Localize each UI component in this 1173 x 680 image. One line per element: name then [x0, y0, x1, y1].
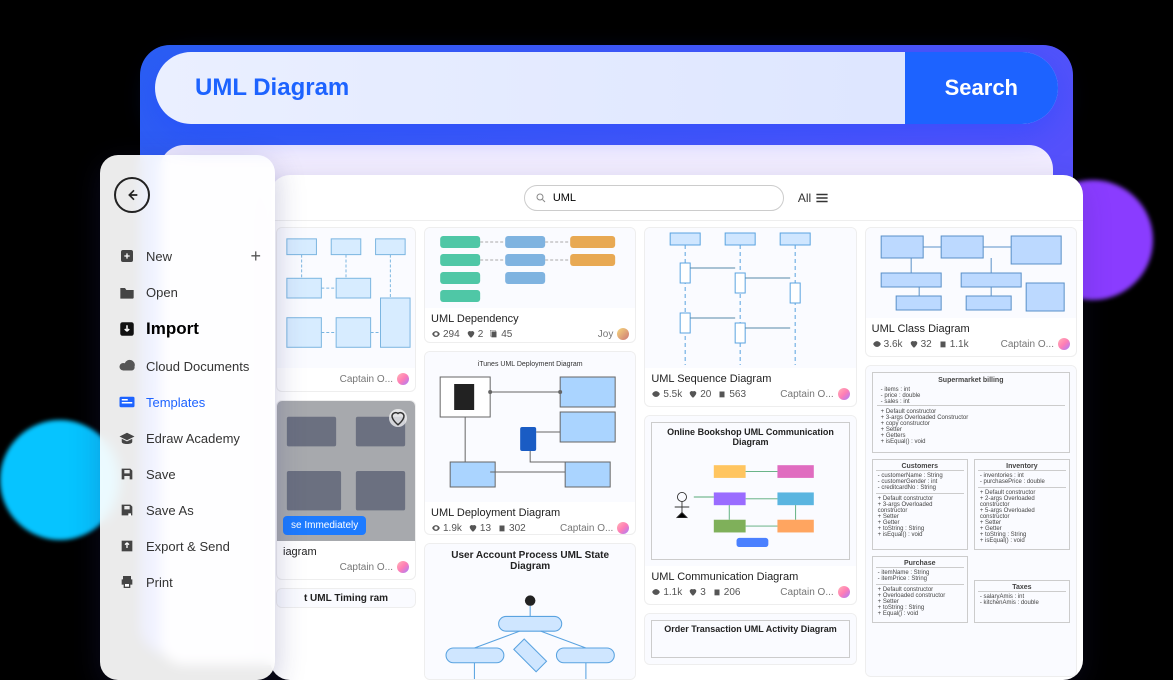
- template-card[interactable]: Order Transaction UML Activity Diagram: [644, 613, 856, 665]
- sidebar-label: Cloud Documents: [146, 359, 249, 374]
- back-button[interactable]: [114, 177, 150, 213]
- sidebar-label: Export & Send: [146, 539, 230, 554]
- filter-label: All: [798, 191, 811, 205]
- sidebar-item-saveas[interactable]: Save As: [114, 492, 261, 528]
- author: Captain O...: [340, 561, 409, 573]
- sidebar-label: Import: [146, 319, 199, 339]
- print-icon: [118, 573, 136, 591]
- author: Captain O...: [780, 388, 849, 400]
- search-button[interactable]: Search: [905, 52, 1058, 124]
- card-title: UML Communication Diagram: [651, 571, 849, 583]
- sidebar-label: New: [146, 249, 172, 264]
- stats: 1.9k 13 302: [431, 523, 526, 534]
- card-title: UML Dependency: [431, 313, 629, 325]
- stats: 5.5k 20 563: [651, 389, 746, 400]
- sidebar-label: Open: [146, 285, 178, 300]
- sidebar-item-templates[interactable]: Templates: [114, 384, 261, 420]
- template-card[interactable]: UML Sequence Diagram 5.5k 20 563 Captain…: [644, 227, 856, 407]
- sidebar-label: Print: [146, 575, 173, 590]
- stats: 3.6k 32 1.1k: [872, 339, 969, 350]
- sidebar-label: Templates: [146, 395, 205, 410]
- card-title: UML Deployment Diagram: [431, 507, 629, 519]
- template-card[interactable]: UML Class Diagram 3.6k 32 1.1k Captain O…: [865, 227, 1077, 357]
- author: Joy: [598, 328, 630, 340]
- academy-icon: [118, 429, 136, 447]
- card-title: UML Class Diagram: [872, 323, 1070, 335]
- templates-topbar: All: [270, 175, 1083, 221]
- search-input[interactable]: [195, 74, 905, 102]
- add-icon[interactable]: +: [250, 246, 261, 267]
- folder-icon: [118, 283, 136, 301]
- favorite-button[interactable]: [389, 409, 407, 427]
- use-now-badge[interactable]: se Immediately: [283, 516, 366, 535]
- mini-search[interactable]: [524, 185, 784, 211]
- plus-square-icon: [118, 247, 136, 265]
- sidebar-item-save[interactable]: Save: [114, 456, 261, 492]
- cloud-icon: [118, 357, 136, 375]
- import-icon: [118, 320, 136, 338]
- author: Captain O...: [560, 522, 629, 534]
- author: Captain O...: [1001, 338, 1070, 350]
- templates-window: All Captain O... se Immediately: [270, 175, 1083, 680]
- card-title: iagram: [283, 546, 409, 558]
- template-card[interactable]: Captain O...: [276, 227, 416, 392]
- card-overlay-title: Order Transaction UML Activity Diagram: [651, 620, 849, 658]
- author: Captain O...: [340, 373, 409, 385]
- sidebar-item-import[interactable]: Import: [114, 310, 261, 348]
- sidebar-label: Save: [146, 467, 176, 482]
- eye-icon: [431, 329, 441, 339]
- template-card[interactable]: iTunes UML Deployment Diagram UML Deploy…: [424, 351, 636, 535]
- export-icon: [118, 537, 136, 555]
- saveas-icon: [118, 501, 136, 519]
- heart-icon: [466, 329, 476, 339]
- card-overlay-title: User Account Process UML State Diagram: [425, 544, 635, 578]
- template-card[interactable]: UML Dependency 294 2 45 Joy: [424, 227, 636, 343]
- sidebar-item-open[interactable]: Open: [114, 274, 261, 310]
- stats: 1.1k 3 206: [651, 587, 740, 598]
- sidebar-item-cloud[interactable]: Cloud Documents: [114, 348, 261, 384]
- sidebar-label: Save As: [146, 503, 194, 518]
- sidebar-item-export[interactable]: Export & Send: [114, 528, 261, 564]
- template-card[interactable]: Supermarket billing - items : int- price…: [865, 365, 1077, 677]
- arrow-left-icon: [124, 187, 140, 203]
- card-overlay-title: Online Bookshop UML Communication Diagra…: [656, 427, 844, 447]
- sidebar-item-academy[interactable]: Edraw Academy: [114, 420, 261, 456]
- filter-all[interactable]: All: [798, 191, 829, 205]
- template-card[interactable]: Online Bookshop UML Communication Diagra…: [644, 415, 856, 605]
- templates-grid: Captain O... se Immediately iagram Captai…: [270, 221, 1083, 680]
- template-card[interactable]: se Immediately iagram Captain O...: [276, 400, 416, 580]
- sidebar-item-print[interactable]: Print: [114, 564, 261, 600]
- file-sidebar: New + Open Import Cloud Documents Templa…: [100, 155, 275, 680]
- card-title: UML Sequence Diagram: [651, 373, 849, 385]
- search-bar: Search: [155, 52, 1058, 124]
- template-card[interactable]: User Account Process UML State Diagram: [424, 543, 636, 680]
- mini-search-input[interactable]: [553, 192, 773, 204]
- sidebar-label: Edraw Academy: [146, 431, 240, 446]
- card-overlay-title: Supermarket billing: [877, 377, 1065, 384]
- sidebar-item-new[interactable]: New: [114, 238, 176, 274]
- copy-icon: [489, 329, 499, 339]
- template-card[interactable]: t UML Timing ram: [276, 588, 416, 608]
- svg-text:iTunes UML Deployment Diagram: iTunes UML Deployment Diagram: [478, 361, 583, 368]
- author: Captain O...: [780, 586, 849, 598]
- templates-icon: [118, 393, 136, 411]
- save-icon: [118, 465, 136, 483]
- stats: 294 2 45: [431, 329, 512, 340]
- menu-icon: [815, 193, 829, 203]
- search-icon: [535, 192, 547, 204]
